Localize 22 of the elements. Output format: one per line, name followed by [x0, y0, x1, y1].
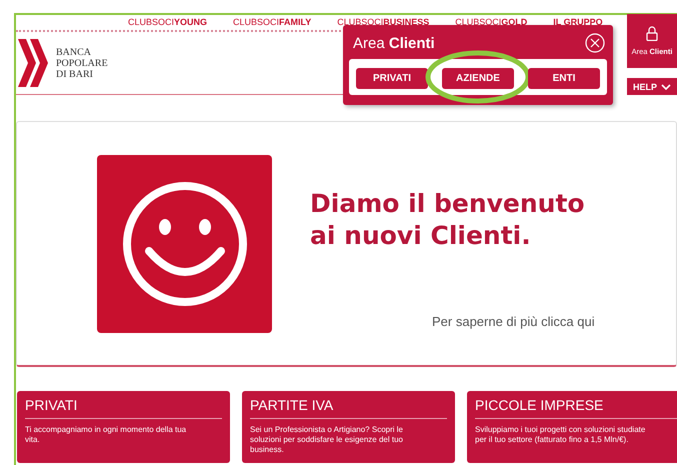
- hero-heading: Diamo il benvenuto ai nuovi Clienti.: [310, 188, 586, 252]
- popup-title: Area Clienti: [353, 34, 435, 52]
- card-text: Sviluppiamo i tuoi progetti con soluzioni studiate per il tuo settore (fatturato fino a 1,5 Mln/€).: [475, 425, 646, 445]
- client-type-button[interactable]: PRIVATI: [356, 68, 428, 88]
- card-title: PRIVATI: [25, 397, 222, 419]
- nav-link[interactable]: CLUBSOCIYOUNG: [128, 17, 208, 30]
- category-card[interactable]: PARTITE IVA Sei un Professionista o Artigiano? Scopri le soluzioni per soddisfare le esigenze del tuo business.: [242, 391, 455, 463]
- card-text: Sei un Professionista o Artigiano? Scopri le soluzioni per soddisfare le esigenze del tuo business.: [250, 425, 404, 455]
- more-info-link[interactable]: Per saperne di più clicca qui: [432, 314, 595, 329]
- category-card[interactable]: PICCOLE IMPRESE Sviluppiamo i tuoi progetti con soluzioni studiate per il tuo settore (fatturato fino a 1,5 Mln/€).: [467, 391, 677, 463]
- card-title: PICCOLE IMPRESE: [475, 397, 677, 419]
- card-title: PARTITE IVA: [250, 397, 447, 419]
- category-card[interactable]: PRIVATI Ti accompagniamo in ogni momento della tua vita.: [17, 391, 230, 463]
- chevron-down-icon: [661, 84, 671, 90]
- nav-link[interactable]: CLUBSOCIFAMILY: [233, 17, 312, 30]
- card-text: Ti accompagniamo in ogni momento della tua vita.: [25, 425, 188, 445]
- lock-icon: [646, 26, 658, 41]
- bank-name: BANCA POPOLARE DI BARI: [56, 46, 108, 80]
- close-icon[interactable]: [585, 33, 605, 53]
- client-type-button[interactable]: ENTI: [528, 68, 600, 88]
- client-type-button[interactable]: AZIENDE: [442, 68, 514, 88]
- help-button[interactable]: HELP: [627, 78, 677, 95]
